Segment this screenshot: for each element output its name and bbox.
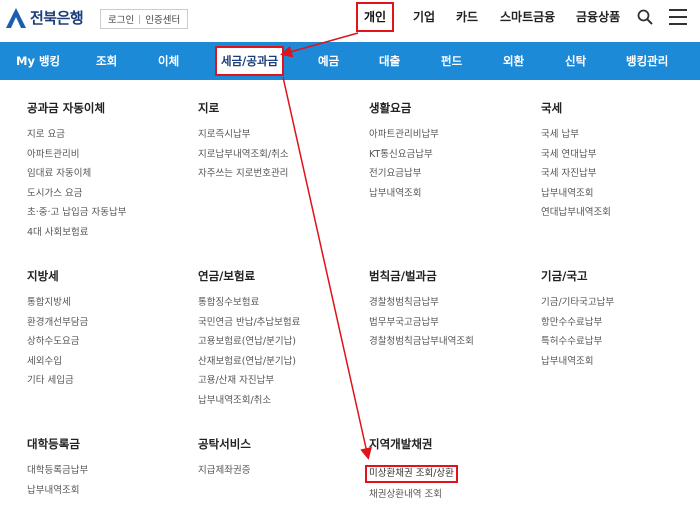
menu-link[interactable]: 항만수수료납부 — [541, 313, 700, 333]
logo-mark-icon — [6, 7, 26, 28]
login-link[interactable]: 로그인 — [105, 12, 137, 26]
nav-deposit[interactable]: 예금 — [318, 42, 339, 80]
menu-link[interactable]: 고용보험료(연납/분기납) — [198, 332, 358, 352]
group-title: 범칙금/벌과금 — [369, 269, 437, 283]
nav-transfer[interactable]: 이체 — [158, 42, 179, 80]
menu-link[interactable]: 대학등록금납부 — [27, 461, 187, 481]
menu-link[interactable]: 납부내역조회 — [541, 352, 700, 372]
menu-link[interactable]: 지로즉시납부 — [198, 125, 358, 145]
menu-link[interactable]: 지급제좌권증 — [198, 461, 358, 481]
menu-link[interactable]: 법무부국고금납부 — [369, 313, 529, 333]
menu-link[interactable]: 4대 사회보험료 — [27, 223, 187, 243]
menu-link[interactable]: 아파트관리비 — [27, 145, 187, 165]
main-nav: My 뱅킹 조회 이체 세금/공과금 예금 대출 펀드 외환 신탁 뱅킹관리 — [0, 42, 700, 80]
menu-link[interactable]: 산재보험료(연납/분기납) — [198, 352, 358, 372]
group-title: 생활요금 — [369, 101, 412, 115]
menu-link[interactable]: 임대료 자동이체 — [27, 164, 187, 184]
gnb-personal[interactable]: 개인 — [356, 2, 395, 32]
menu-link[interactable]: 경찰청범칙금납부내역조회 — [369, 332, 529, 352]
nav-fund[interactable]: 펀드 — [441, 42, 462, 80]
menu-link[interactable]: 국세 연대납부 — [541, 145, 700, 165]
menu-link[interactable]: 통합지방세 — [27, 293, 187, 313]
menu-link[interactable]: 상하수도요금 — [27, 332, 187, 352]
menu-group: 공탁서비스 지급제좌권증 — [198, 436, 358, 481]
menu-link[interactable]: KT통신요금납부 — [369, 145, 529, 165]
menu-link[interactable]: 자주쓰는 지로번호관리 — [198, 164, 358, 184]
nav-foreign-exchange[interactable]: 외환 — [503, 42, 524, 80]
group-title: 기금/국고 — [541, 269, 588, 283]
menu-link[interactable]: 납부내역조회 — [541, 184, 700, 204]
menu-group: 기금/국고 기금/기타국고납부 항만수수료납부 특허수수료납부 납부내역조회 — [541, 268, 700, 371]
menu-group: 지방세 통합지방세 환경개선부담금 상하수도요금 세외수입 기타 세입금 — [27, 268, 187, 391]
menu-link[interactable]: 고용/산재 자진납부 — [198, 371, 358, 391]
bank-logo[interactable]: 전북은행 — [6, 7, 84, 28]
menu-link[interactable]: 납부내역조회/취소 — [198, 391, 358, 411]
group-title: 대학등록금 — [27, 437, 80, 451]
menu-link[interactable]: 납부내역조회 — [369, 184, 529, 204]
group-title: 지로 — [198, 101, 220, 115]
unredeemed-bond-inquiry-link[interactable]: 미상환채권 조회/상환 — [365, 465, 458, 483]
top-header: 전북은행 로그인 인증센터 개인 기업 카드 스마트금융 금융상품 — [0, 0, 700, 42]
menu-group: 생활요금 아파트관리비납부 KT통신요금납부 전기요금납부 납부내역조회 — [369, 100, 529, 203]
nav-trust[interactable]: 신탁 — [565, 42, 586, 80]
nav-tax-utility[interactable]: 세금/공과금 — [215, 46, 285, 76]
menu-group: 공과금 자동이체 지로 요금 아파트관리비 임대료 자동이체 도시가스 요금 초… — [27, 100, 187, 242]
gnb-card[interactable]: 카드 — [456, 0, 478, 34]
menu-group: 지로 지로즉시납부 지로납부내역조회/취소 자주쓰는 지로번호관리 — [198, 100, 358, 184]
gnb-products[interactable]: 금융상품 — [576, 0, 620, 34]
menu-link[interactable]: 초·중·고 납입금 자동납부 — [27, 203, 187, 223]
nav-inquiry[interactable]: 조회 — [96, 42, 117, 80]
menu-link[interactable]: 지로납부내역조회/취소 — [198, 145, 358, 165]
group-title: 연금/보험료 — [198, 269, 256, 283]
menu-link[interactable]: 국세 납부 — [541, 125, 700, 145]
menu-link[interactable]: 전기요금납부 — [369, 164, 529, 184]
menu-group: 범칙금/벌과금 경찰청범칙금납부 법무부국고금납부 경찰청범칙금납부내역조회 — [369, 268, 529, 352]
menu-group: 국세 국세 납부 국세 연대납부 국세 자진납부 납부내역조회 연대납부내역조회 — [541, 100, 700, 223]
nav-banking-management[interactable]: 뱅킹관리 — [626, 42, 668, 80]
menu-link[interactable]: 경찰청범칙금납부 — [369, 293, 529, 313]
menu-link[interactable]: 국민연금 반납/추납보험료 — [198, 313, 358, 333]
menu-group: 연금/보험료 통합징수보험료 국민연금 반납/추납보험료 고용보험료(연납/분기… — [198, 268, 358, 410]
menu-link[interactable]: 세외수입 — [27, 352, 187, 372]
menu-group: 지역개발채권 미상환채권 조회/상환 채권상환내역 조회 — [365, 436, 529, 505]
search-icon[interactable] — [637, 9, 653, 25]
group-title: 공탁서비스 — [198, 437, 251, 451]
menu-link[interactable]: 기금/기타국고납부 — [541, 293, 700, 313]
group-title: 국세 — [541, 101, 563, 115]
menu-link[interactable]: 도시가스 요금 — [27, 184, 187, 204]
menu-link[interactable]: 국세 자진납부 — [541, 164, 700, 184]
menu-link[interactable]: 지로 요금 — [27, 125, 187, 145]
menu-link[interactable]: 통합징수보험료 — [198, 293, 358, 313]
menu-link[interactable]: 특허수수료납부 — [541, 332, 700, 352]
menu-link[interactable]: 환경개선부담금 — [27, 313, 187, 333]
mega-menu: 공과금 자동이체 지로 요금 아파트관리비 임대료 자동이체 도시가스 요금 초… — [0, 80, 700, 507]
menu-link[interactable]: 채권상환내역 조회 — [369, 485, 529, 505]
gnb-smart-banking[interactable]: 스마트금융 — [500, 0, 555, 34]
divider — [139, 14, 141, 24]
group-title: 지역개발채권 — [369, 437, 433, 451]
group-title: 지방세 — [27, 269, 59, 283]
util-links: 로그인 인증센터 — [100, 9, 189, 29]
menu-link[interactable]: 기타 세입금 — [27, 371, 187, 391]
menu-link[interactable]: 납부내역조회 — [27, 481, 187, 501]
gnb-business[interactable]: 기업 — [413, 0, 435, 34]
hamburger-menu-icon[interactable] — [669, 9, 687, 25]
menu-link[interactable]: 연대납부내역조회 — [541, 203, 700, 223]
cert-center-link[interactable]: 인증센터 — [142, 12, 183, 26]
nav-my-banking[interactable]: My 뱅킹 — [16, 42, 60, 80]
nav-loan[interactable]: 대출 — [379, 42, 400, 80]
logo-text: 전북은행 — [30, 9, 84, 27]
menu-group: 대학등록금 대학등록금납부 납부내역조회 — [27, 436, 187, 500]
group-title: 공과금 자동이체 — [27, 101, 106, 115]
menu-link[interactable]: 아파트관리비납부 — [369, 125, 529, 145]
